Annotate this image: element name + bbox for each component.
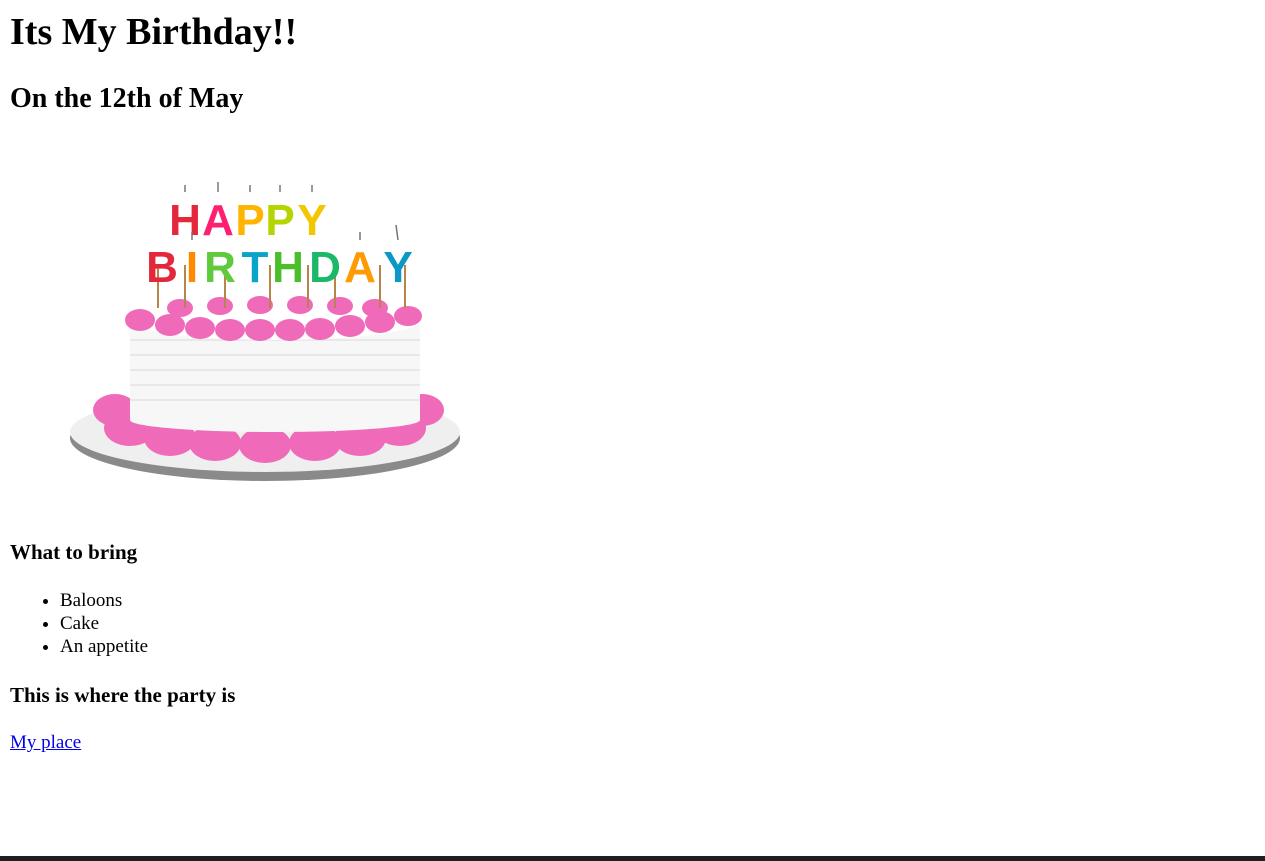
svg-text:H: H bbox=[272, 243, 304, 292]
list-item: An appetite bbox=[60, 635, 148, 658]
what-to-bring-heading: What to bring bbox=[10, 540, 138, 564]
svg-text:T: T bbox=[242, 243, 269, 292]
list-item: Cake bbox=[60, 612, 148, 635]
my-place-link[interactable]: My place bbox=[10, 731, 81, 755]
svg-text:B: B bbox=[146, 243, 178, 292]
svg-text:P: P bbox=[265, 196, 294, 245]
svg-text:Y: Y bbox=[297, 196, 326, 245]
page-title: Its My Birthday!! bbox=[10, 11, 298, 53]
list-item: Baloons bbox=[60, 589, 148, 612]
birthday-cake-image: H A P P Y B I R T H D A Y bbox=[70, 182, 460, 481]
party-location-heading: This is where the party is bbox=[10, 683, 236, 707]
svg-text:P: P bbox=[235, 196, 264, 245]
svg-text:H: H bbox=[169, 196, 201, 245]
page-subtitle: On the 12th of May bbox=[10, 83, 244, 114]
bottom-bar bbox=[0, 856, 1265, 861]
svg-text:R: R bbox=[204, 243, 236, 292]
bring-list: Baloons Cake An appetite bbox=[10, 589, 148, 658]
svg-text:A: A bbox=[202, 196, 234, 245]
svg-text:I: I bbox=[186, 243, 198, 292]
svg-text:A: A bbox=[344, 243, 376, 292]
svg-text:D: D bbox=[309, 243, 341, 292]
svg-text:Y: Y bbox=[383, 243, 412, 292]
